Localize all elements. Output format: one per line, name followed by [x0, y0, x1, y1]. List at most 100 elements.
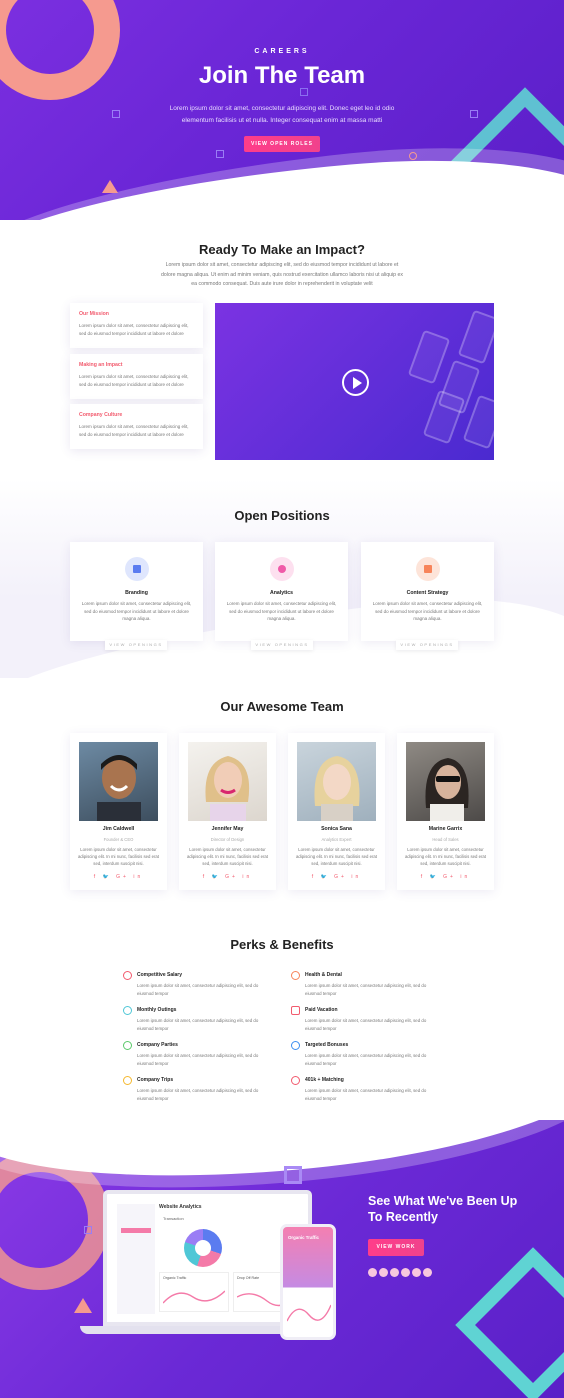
position-text: Lorem ipsum dolor sit amet, consectetur …: [372, 601, 483, 622]
view-openings-button-analytics[interactable]: VIEW OPENINGS: [251, 640, 313, 650]
team-card: Jennifer May Director of Design Lorem ip…: [179, 733, 276, 890]
position-card-analytics: Analytics Lorem ipsum dolor sit amet, co…: [215, 542, 348, 641]
dashboard-sidebar: [117, 1204, 155, 1314]
team-card: Marine Garrix Head of Sales Lorem ipsum …: [397, 733, 494, 890]
check-icon: [291, 971, 300, 980]
phone-title: Organic Traffic: [288, 1235, 319, 1240]
team-card: Jim Caldwell Founder & CEO Lorem ipsum d…: [70, 733, 167, 890]
clock-icon: [123, 971, 132, 980]
perk-title: Company Parties: [137, 1042, 178, 1048]
dashboard-title: Website Analytics: [159, 1204, 202, 1210]
impact-title: Ready To Make an Impact?: [199, 242, 365, 257]
decorative-triangle: [74, 1298, 92, 1313]
team-member-name: Sonica Sana: [321, 826, 352, 832]
decorative-square: [112, 110, 120, 118]
perk-text: Lorem ipsum dolor sit amet, consectetur …: [305, 1053, 427, 1066]
impact-card: Making an Impact Lorem ipsum dolor sit a…: [70, 354, 203, 399]
social-icons[interactable]: f 🐦 G+ in: [179, 874, 276, 880]
perk-title: Monthly Outings: [137, 1007, 177, 1013]
decorative-circle: [409, 152, 417, 160]
hero-description: Lorem ipsum dolor sit amet, consectetur …: [169, 105, 395, 124]
culture-card: Company Culture Lorem ipsum dolor sit am…: [70, 404, 203, 449]
lock-icon: [291, 1006, 300, 1015]
perk-text: Lorem ipsum dolor sit amet, consectetur …: [137, 1018, 259, 1031]
avatar: [401, 1268, 410, 1277]
social-icons[interactable]: f 🐦 G+ in: [397, 874, 494, 880]
team-member-bio: Lorem ipsum dolor sit amet, consectetur …: [187, 847, 268, 866]
impact-card-text: Lorem ipsum dolor sit amet, consectetur …: [79, 374, 189, 387]
team-photo: [406, 742, 485, 821]
mission-card: Our Mission Lorem ipsum dolor sit amet, …: [70, 303, 203, 348]
briefcase-icon: [125, 557, 149, 581]
team-member-role: Founder & CEO: [103, 837, 134, 842]
footer-section: Website Analytics Transaction Organic Tr…: [0, 1120, 564, 1398]
pie-chart-icon: [270, 557, 294, 581]
perk-text: Lorem ipsum dolor sit amet, consectetur …: [305, 1088, 427, 1101]
team-photo: [297, 742, 376, 821]
document-icon: [416, 557, 440, 581]
mission-card-text: Lorem ipsum dolor sit amet, consectetur …: [79, 323, 189, 336]
hero-section: CAREERS Join The Team Lorem ipsum dolor …: [0, 0, 564, 220]
view-openings-button-content[interactable]: VIEW OPENINGS: [396, 640, 458, 650]
team-member-name: Jim Caldwell: [102, 826, 135, 832]
decorative-square: [470, 110, 478, 118]
position-title: Analytics: [269, 590, 294, 596]
footer-title: See What We've Been Up To Recently: [368, 1194, 518, 1224]
social-icons[interactable]: f 🐦 G+ in: [70, 874, 167, 880]
avatar: [423, 1268, 432, 1277]
social-icons[interactable]: f 🐦 G+ in: [288, 874, 385, 880]
team-member-role: Analytics Expert: [321, 837, 352, 842]
perk-title: Targeted Bonuses: [305, 1042, 349, 1048]
perk-title: Company Trips: [137, 1077, 174, 1083]
team-card: Sonica Sana Analytics Expert Lorem ipsum…: [288, 733, 385, 890]
phone-mockup: Organic Traffic: [280, 1224, 336, 1340]
position-card-content-strategy: Content Strategy Lorem ipsum dolor sit a…: [361, 542, 494, 641]
avatar: [390, 1268, 399, 1277]
perk-text: Lorem ipsum dolor sit amet, consectetur …: [305, 1018, 427, 1031]
perk-text: Lorem ipsum dolor sit amet, consectetur …: [305, 983, 427, 996]
positions-title: Open Positions: [234, 508, 330, 523]
cube-icon: [123, 1041, 132, 1050]
mission-card-title: Our Mission: [79, 311, 109, 317]
team-member-name: Jennifer May: [211, 826, 244, 832]
phone-illustration: [457, 309, 494, 365]
dashboard-subtitle: Transaction: [163, 1216, 184, 1221]
decorative-square: [84, 1226, 92, 1234]
decorative-square: [216, 150, 224, 158]
avatar: [412, 1268, 421, 1277]
search-icon: [123, 1006, 132, 1015]
perk-title: 401k + Matching: [305, 1077, 344, 1083]
perk-text: Lorem ipsum dolor sit amet, consectetur …: [137, 1053, 259, 1066]
play-icon[interactable]: [342, 369, 369, 396]
team-member-bio: Lorem ipsum dolor sit amet, consectetur …: [296, 847, 377, 866]
position-title: Branding: [125, 590, 148, 596]
impact-card-title: Making an Impact: [79, 362, 123, 368]
culture-card-title: Company Culture: [79, 412, 123, 418]
team-photo: [79, 742, 158, 821]
view-openings-button-branding[interactable]: VIEW OPENINGS: [105, 640, 167, 650]
perks-title: Perks & Benefits: [230, 937, 334, 952]
team-member-bio: Lorem ipsum dolor sit amet, consectetur …: [405, 847, 486, 866]
avatar: [379, 1268, 388, 1277]
team-member-name: Marine Garrix: [428, 826, 463, 832]
avatar: [368, 1268, 377, 1277]
view-work-button[interactable]: VIEW WORK: [368, 1239, 424, 1256]
position-title: Content Strategy: [406, 590, 449, 596]
hero-eyebrow: CAREERS: [254, 48, 310, 55]
view-open-roles-button[interactable]: VIEW OPEN ROLES: [244, 136, 320, 152]
dashboard-icon: [291, 1076, 300, 1085]
decorative-square: [284, 1166, 302, 1184]
stat-card: Organic Traffic: [159, 1272, 229, 1312]
position-card-branding: Branding Lorem ipsum dolor sit amet, con…: [70, 542, 203, 641]
phone-illustration: [407, 329, 451, 385]
decorative-triangle: [102, 180, 118, 193]
perk-title: Paid Vacation: [305, 1007, 338, 1013]
decorative-diamond: [455, 1247, 564, 1398]
position-text: Lorem ipsum dolor sit amet, consectetur …: [226, 601, 337, 622]
team-photo: [188, 742, 267, 821]
hero-title: Join The Team: [198, 62, 366, 89]
rocket-icon: [291, 1041, 300, 1050]
impact-description: Lorem ipsum dolor sit amet, consectetur …: [161, 262, 403, 287]
perk-text: Lorem ipsum dolor sit amet, consectetur …: [137, 1088, 259, 1101]
stat-card-title: Organic Traffic: [163, 1276, 187, 1280]
